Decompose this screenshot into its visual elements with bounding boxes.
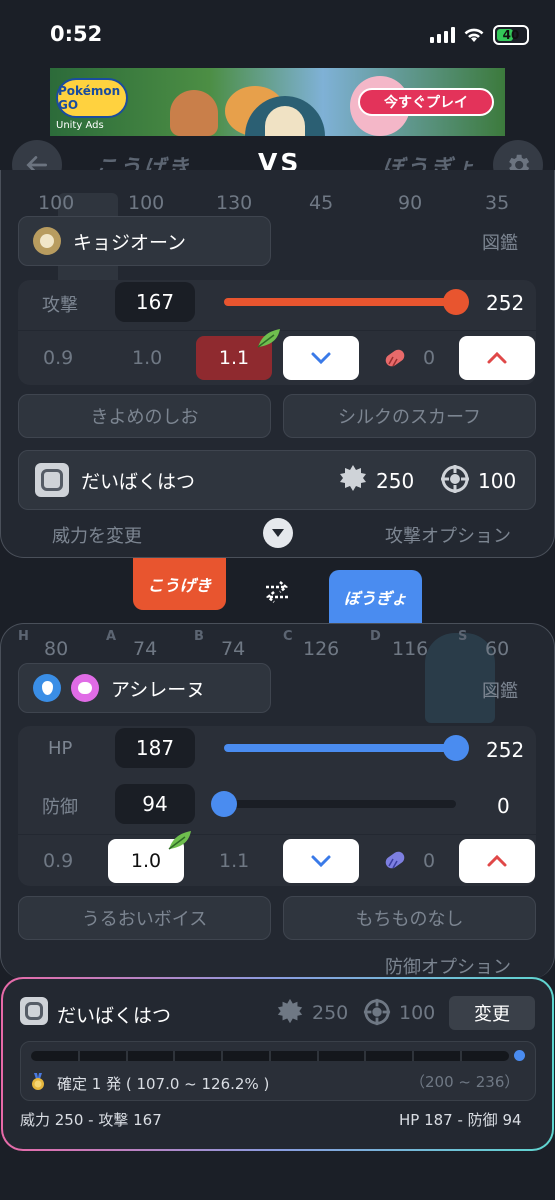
defender-stat-h: 80 <box>44 638 69 660</box>
damage-bar-marker <box>514 1050 525 1061</box>
leaf-icon <box>168 831 191 850</box>
attacker-ability-button[interactable]: きよめのしお <box>18 394 271 438</box>
attacker-item-button[interactable]: シルクのスカーフ <box>283 394 536 438</box>
chevron-up-icon <box>487 351 507 364</box>
result-accuracy: 100 <box>399 1002 436 1024</box>
attack-rank-up-button[interactable] <box>459 336 535 380</box>
defender-ability-button[interactable]: うるおいボイス <box>18 896 271 940</box>
accuracy-icon <box>363 998 391 1026</box>
rank-badge-icon <box>385 851 405 869</box>
ad-logo: Pokémon GO <box>56 78 128 118</box>
damage-range: （200 ~ 236） <box>410 1073 520 1091</box>
ad-network: Unity Ads <box>56 120 104 131</box>
defender-mult-0-9[interactable]: 0.9 <box>43 850 73 872</box>
hp-label: HP <box>48 738 73 759</box>
attack-ev-slider-handle[interactable] <box>443 289 469 315</box>
attack-rank-down-button[interactable] <box>283 336 359 380</box>
defender-stat-c: 126 <box>303 638 340 660</box>
change-move-button[interactable]: 変更 <box>449 996 535 1030</box>
ad-banner[interactable]: Pokémon GO Unity Ads 今すぐプレイ <box>50 68 505 136</box>
attacker-stat-c: 45 <box>309 192 334 214</box>
attacker-name: キョジオーン <box>73 231 187 254</box>
attacker-stat-a: 100 <box>128 192 165 214</box>
ad-cta-button[interactable]: 今すぐプレイ <box>358 88 494 116</box>
attacker-move-power: 250 <box>376 469 415 493</box>
swap-icon[interactable] <box>262 579 292 605</box>
defender-pokemon-select[interactable]: アシレーヌ <box>18 663 271 713</box>
defender-dex-link[interactable]: 図鑑 <box>482 677 518 703</box>
attacker-stat-s: 35 <box>485 192 510 214</box>
attack-ev-slider[interactable] <box>224 298 456 306</box>
status-time: 0:52 <box>50 22 103 46</box>
defender-name: アシレーヌ <box>111 678 206 701</box>
attack-label: 攻撃 <box>42 295 78 316</box>
damage-bar-ticks <box>78 1051 462 1061</box>
signal-icon <box>430 27 455 43</box>
defender-mult-1-1[interactable]: 1.1 <box>219 850 249 872</box>
change-power-label[interactable]: 威力を変更 <box>52 522 142 548</box>
power-icon <box>340 465 366 491</box>
defense-label: 防御 <box>42 797 78 818</box>
defender-item-button[interactable]: もちものなし <box>283 896 536 940</box>
attacker-mult-0-9[interactable]: 0.9 <box>43 347 73 369</box>
defense-ev-slider[interactable] <box>224 800 456 808</box>
water-type-icon <box>33 674 61 702</box>
attack-rank-value: 0 <box>423 347 436 369</box>
damage-verdict: 確定 1 発 ( 107.0 ~ 126.2% ) <box>57 1075 270 1093</box>
attack-value[interactable]: 167 <box>115 282 195 322</box>
attacker-move-accuracy: 100 <box>478 469 517 493</box>
rock-type-icon <box>33 227 61 255</box>
defense-ev-value: 0 <box>497 794 510 818</box>
power-icon <box>277 998 303 1024</box>
hp-value[interactable]: 187 <box>115 728 195 768</box>
hp-ev-slider-handle[interactable] <box>443 735 469 761</box>
defense-rank-value: 0 <box>423 850 436 872</box>
fairy-type-icon <box>71 674 99 702</box>
accuracy-icon <box>441 465 469 493</box>
hp-ev-value: 252 <box>486 738 525 762</box>
attacker-stat-d: 90 <box>398 192 423 214</box>
attack-side-badge[interactable]: こうげき <box>133 558 226 610</box>
normal-type-icon <box>20 997 48 1025</box>
wifi-icon <box>462 24 486 48</box>
attack-ev-value: 252 <box>486 291 525 315</box>
defense-rank-up-button[interactable] <box>459 839 535 883</box>
attack-summary: 威力 250 - 攻撃 167 <box>20 1111 162 1129</box>
defender-stat-a: 74 <box>133 638 158 660</box>
defense-rank-down-button[interactable] <box>283 839 359 883</box>
defense-side-badge[interactable]: ぼうぎょ <box>329 570 422 624</box>
defense-summary: HP 187 - 防御 94 <box>399 1111 522 1129</box>
defense-options-link[interactable]: 防御オプション <box>385 953 511 979</box>
attacker-stat-h: 100 <box>38 192 75 214</box>
attacker-move-name: だいばくはつ <box>81 470 196 493</box>
attacker-stat-b: 130 <box>216 192 253 214</box>
attack-options-link[interactable]: 攻撃オプション <box>385 522 511 548</box>
chevron-down-icon <box>311 855 331 868</box>
battery-icon: 40 <box>493 25 529 45</box>
result-move-name: だいばくはつ <box>57 1005 172 1027</box>
defense-value[interactable]: 94 <box>115 784 195 824</box>
defense-ev-slider-handle[interactable] <box>211 791 237 817</box>
result-power: 250 <box>312 1002 349 1024</box>
defender-stat-b: 74 <box>221 638 246 660</box>
attacker-pokemon-select[interactable]: キョジオーン <box>18 216 271 266</box>
normal-type-icon <box>35 463 69 497</box>
chevron-up-icon <box>487 854 507 867</box>
attacker-mult-1-0[interactable]: 1.0 <box>132 347 162 369</box>
chevron-down-icon <box>311 352 331 365</box>
defender-stat-d: 116 <box>392 638 429 660</box>
rank-badge-icon <box>385 349 405 367</box>
attacker-dex-link[interactable]: 図鑑 <box>482 229 518 255</box>
hp-ev-slider[interactable] <box>224 744 456 752</box>
expand-power-button[interactable] <box>263 518 293 548</box>
leaf-icon <box>257 329 280 348</box>
defender-stat-s: 60 <box>485 638 510 660</box>
caret-down-icon <box>272 529 284 537</box>
medal-icon <box>32 1073 44 1090</box>
